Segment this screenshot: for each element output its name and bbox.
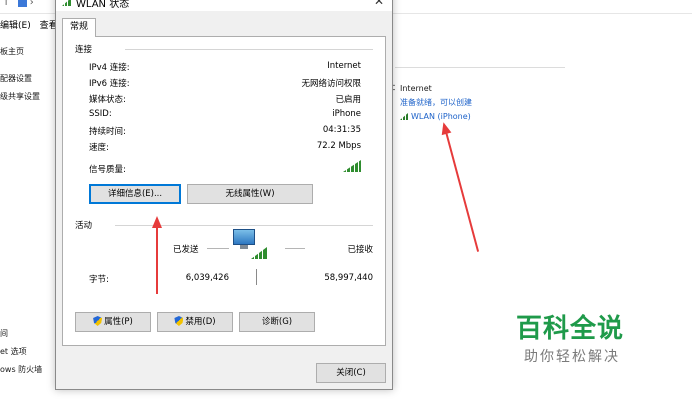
activity-separator: [256, 269, 257, 285]
title-bar[interactable]: WLAN 状态 ✕: [56, 0, 392, 11]
activity-group-label: 活动: [75, 219, 97, 231]
ipv6-label: IPv6 连接:: [89, 79, 130, 89]
sidebar-item-home[interactable]: 板主页: [0, 46, 24, 57]
chevron-right-icon: ›: [29, 0, 34, 8]
info-row: 媒体状态: 已启用: [89, 93, 361, 109]
info-row: 信号质量:: [89, 160, 361, 179]
divider: [395, 67, 565, 68]
field-separator: ：: [392, 83, 400, 92]
annotation-arrow: [152, 216, 162, 294]
network-info: Internet 准备就绪，可以创建 WLAN (iPhone): [400, 82, 472, 124]
activity-line: [207, 248, 229, 249]
ssid-value: iPhone: [332, 109, 361, 119]
watermark-subtitle: 助你轻松解决: [524, 349, 620, 365]
bytes-label: 字节:: [89, 275, 109, 285]
sidebar-item-sharing-settings[interactable]: 级共享设置: [0, 91, 40, 102]
annotation-arrow: [438, 120, 483, 253]
properties-button-label: 属性(P): [104, 317, 133, 327]
duration-value: 04:31:35: [322, 125, 361, 135]
up-arrow-icon[interactable]: ↑: [2, 0, 10, 8]
homegroup-link[interactable]: 准备就绪，可以创建: [400, 96, 472, 110]
sidebar-item-internet-options[interactable]: et 选项: [0, 346, 27, 357]
info-row: 速度: 72.2 Mbps: [89, 141, 361, 157]
info-row: IPv6 连接: 无网络访问权限: [89, 77, 361, 93]
diagnose-button[interactable]: 诊断(G): [239, 312, 315, 332]
general-panel: 连接 IPv4 连接: Internet IPv6 连接: 无网络访问权限 媒体…: [62, 36, 386, 346]
wlan-status-dialog: WLAN 状态 ✕ 常规 连接 IPv4 连接: Internet IPv6 连…: [55, 0, 393, 390]
ssid-label: SSID:: [89, 109, 112, 119]
connection-link[interactable]: WLAN (iPhone): [400, 110, 472, 124]
close-icon[interactable]: ✕: [374, 0, 384, 8]
menu-edit[interactable]: 编辑(E): [0, 21, 31, 31]
speed-label: 速度:: [89, 143, 109, 153]
sent-label: 已发送: [173, 245, 199, 255]
disable-button[interactable]: 禁用(D): [157, 312, 233, 332]
info-row: IPv4 连接: Internet: [89, 61, 361, 77]
dialog-title: WLAN 状态: [76, 0, 130, 10]
wireless-properties-button[interactable]: 无线属性(W): [187, 184, 313, 204]
media-state-label: 媒体状态:: [89, 95, 126, 105]
media-state-value: 已启用: [335, 95, 361, 105]
wifi-signal-icon: [400, 113, 408, 120]
close-button[interactable]: 关闭(C): [316, 363, 386, 383]
info-row: SSID: iPhone: [89, 109, 361, 125]
received-label: 已接收: [347, 245, 373, 255]
duration-label: 持续时间:: [89, 127, 126, 137]
ipv6-value: 无网络访问权限: [301, 79, 361, 89]
properties-button[interactable]: 属性(P): [75, 312, 151, 332]
ipv4-value: Internet: [327, 61, 361, 71]
signal-strength-icon: [343, 160, 361, 172]
uac-shield-icon: [174, 316, 184, 326]
disable-button-label: 禁用(D): [185, 317, 216, 327]
bytes-sent-value: 6,039,426: [185, 273, 229, 283]
signal-quality-label: 信号质量:: [89, 165, 126, 175]
bytes-received-value: 58,997,440: [324, 273, 373, 283]
connection-link-label: WLAN (iPhone): [411, 112, 471, 121]
group-divider: [125, 49, 373, 50]
control-panel-icon: [17, 0, 27, 7]
speed-value: 72.2 Mbps: [316, 141, 361, 151]
info-row: 持续时间: 04:31:35: [89, 125, 361, 141]
sidebar-item-see-also: 间: [0, 329, 8, 338]
sidebar-item-firewall[interactable]: ows 防火墙: [0, 364, 42, 375]
access-type: Internet: [400, 84, 432, 93]
wifi-signal-icon: [62, 0, 71, 6]
details-button[interactable]: 详细信息(E)...: [89, 184, 181, 204]
ipv4-label: IPv4 连接:: [89, 63, 130, 73]
network-activity-icon: [233, 229, 267, 261]
nav-bar: ↑ ›: [2, 0, 34, 8]
connection-group-label: 连接: [75, 43, 97, 55]
watermark-title: 百科全说: [516, 314, 625, 344]
sidebar-item-adapter-settings[interactable]: 配器设置: [0, 73, 32, 84]
tab-general[interactable]: 常规: [62, 18, 96, 37]
uac-shield-icon: [93, 316, 103, 326]
activity-line: [285, 248, 305, 249]
